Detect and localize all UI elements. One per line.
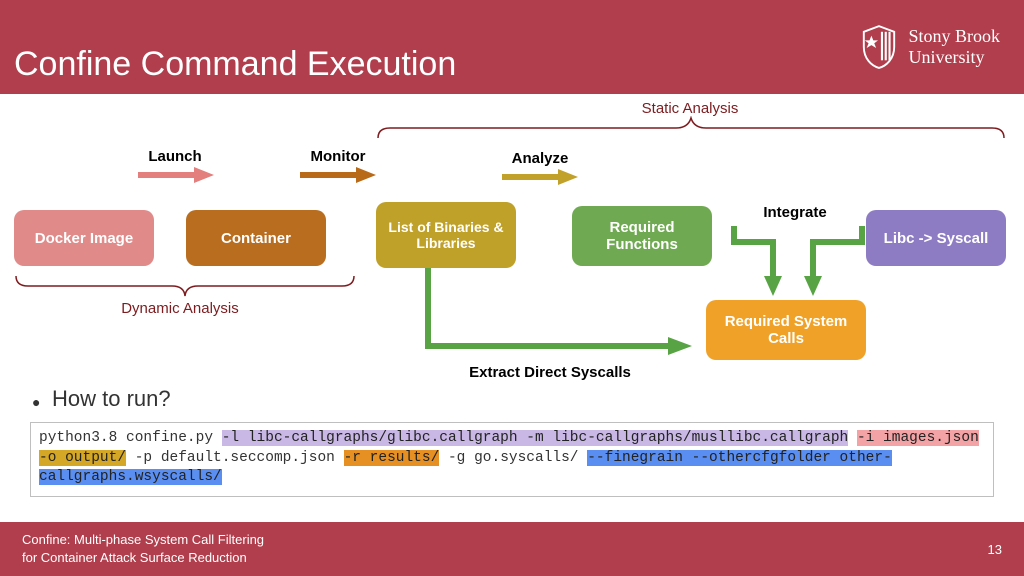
slide-title: Confine Command Execution [14, 45, 456, 84]
arrow-launch-icon [138, 166, 214, 184]
block-libc-syscall: Libc -> Syscall [866, 210, 1006, 266]
shield-icon [860, 24, 898, 70]
footer-bar: Confine: Multi-phase System Call Filteri… [0, 522, 1024, 576]
university-logo: Stony Brook University [860, 24, 1000, 70]
how-to-run-heading: How to run? [52, 386, 171, 412]
page-number: 13 [988, 542, 1002, 557]
code-plain2: -g go.syscalls/ [439, 450, 587, 466]
brace-bottom-icon [14, 274, 356, 298]
analyze-label: Analyze [500, 150, 580, 167]
code-output-flag: -o output/ [39, 450, 126, 466]
integrate-label: Integrate [745, 204, 845, 221]
title-bar: Confine Command Execution Stony Brook Un… [0, 0, 1024, 94]
dynamic-analysis-label: Dynamic Analysis [80, 300, 280, 317]
static-analysis-label: Static Analysis [560, 100, 820, 117]
diagram-area: Static Analysis Launch Monitor Analyze I… [0, 94, 1024, 522]
command-code-block: python3.8 confine.py -l libc-callgraphs/… [30, 422, 994, 497]
block-binaries-libs: List of Binaries & Libraries [376, 202, 516, 268]
monitor-label: Monitor [298, 148, 378, 165]
code-plain1: -p default.seccomp.json [126, 450, 344, 466]
code-results-flag: -r results/ [344, 450, 440, 466]
arrow-monitor-icon [300, 166, 376, 184]
launch-label: Launch [135, 148, 215, 165]
code-input-flag: -i images.json [857, 430, 979, 446]
arrow-extract-icon [404, 268, 694, 358]
block-container: Container [186, 210, 326, 266]
block-required-functions: Required Functions [572, 206, 712, 266]
bullet-icon: ● [32, 394, 40, 410]
footer-caption: Confine: Multi-phase System Call Filteri… [22, 531, 264, 566]
block-required-syscalls: Required System Calls [706, 300, 866, 360]
arrow-analyze-icon [502, 168, 578, 186]
code-prefix: python3.8 confine.py [39, 430, 222, 446]
arrow-integrate-icon [728, 222, 868, 302]
extract-label: Extract Direct Syscalls [440, 364, 660, 381]
block-docker-image: Docker Image [14, 210, 154, 266]
logo-text: Stony Brook University [908, 26, 1000, 67]
brace-top-icon [376, 116, 1006, 140]
code-libc-flags: -l libc-callgraphs/glibc.callgraph -m li… [222, 430, 849, 446]
